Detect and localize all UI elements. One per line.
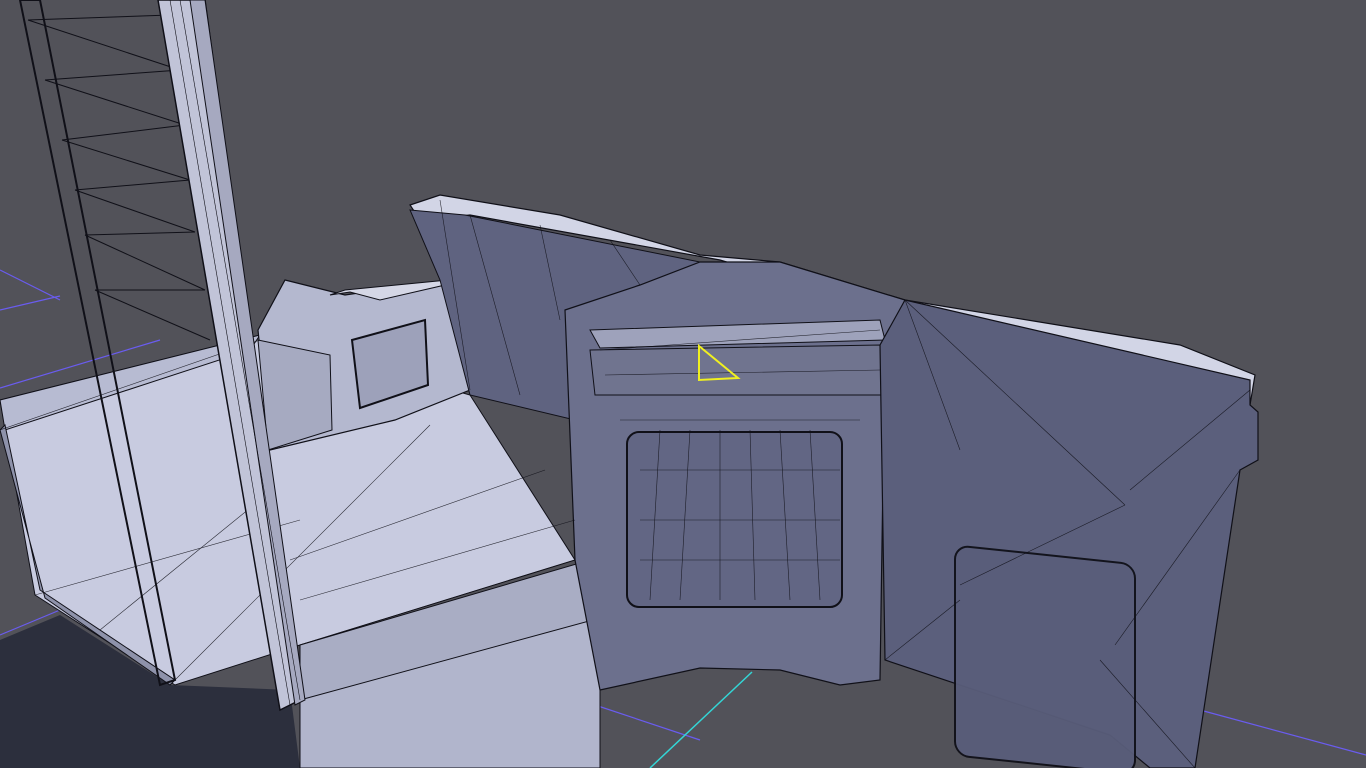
viewport-canvas[interactable] (0, 0, 1366, 768)
3d-viewport[interactable] (0, 0, 1366, 768)
center-panel (564, 261, 906, 691)
